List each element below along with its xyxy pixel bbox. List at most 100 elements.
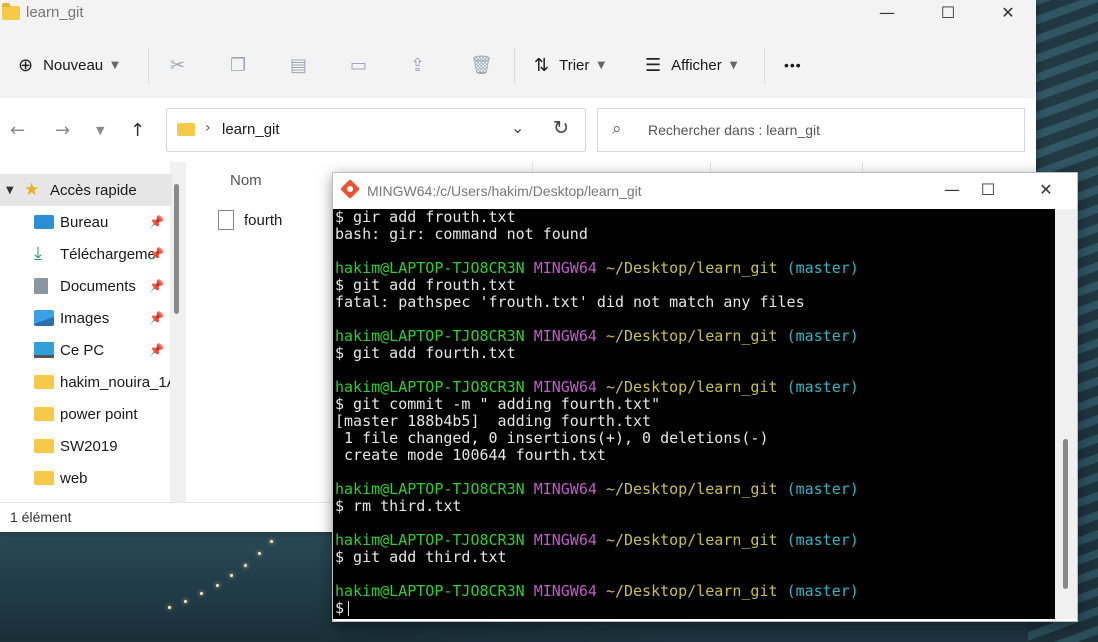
- text-cursor: [348, 601, 350, 616]
- nav-label: Accès rapide: [50, 181, 137, 199]
- sort-button[interactable]: ⇅ Trier ▼: [534, 40, 605, 90]
- computer-icon: [34, 342, 54, 358]
- address-dropdown-icon[interactable]: ⌄: [511, 118, 524, 137]
- column-header-name[interactable]: Nom: [230, 172, 262, 189]
- prompt-path: ~/Desktop/learn_git: [605, 378, 778, 396]
- desktop-icon: [34, 215, 54, 229]
- terminal-input-line[interactable]: $: [333, 600, 1055, 617]
- terminal-prompt-line: hakim@LAPTOP-TJO8CR3N MINGW64 ~/Desktop/…: [333, 328, 1055, 345]
- nav-item-telechargements[interactable]: ⤓ Téléchargeme 📌: [0, 238, 172, 270]
- prompt-user: hakim@LAPTOP-TJO8CR3N: [335, 480, 525, 498]
- rename-icon: ▭: [350, 54, 368, 76]
- terminal-output-line: $ rm third.txt: [335, 497, 462, 515]
- nav-item-bureau[interactable]: Bureau 📌: [0, 206, 172, 238]
- nav-item-power-point[interactable]: power point: [0, 398, 172, 430]
- cut-button[interactable]: ✂: [170, 40, 185, 90]
- close-button[interactable]: ✕: [1023, 177, 1069, 203]
- file-name: fourth: [244, 211, 283, 229]
- explorer-title: learn_git: [26, 4, 84, 21]
- forward-arrow-icon[interactable]: →: [55, 120, 70, 141]
- sort-icon: ⇅: [534, 54, 550, 76]
- nav-item-web[interactable]: web: [0, 462, 172, 494]
- breadcrumb-path[interactable]: learn_git: [222, 121, 280, 138]
- download-icon: ⤓: [34, 243, 42, 264]
- copy-icon: ❐: [230, 54, 247, 76]
- list-item[interactable]: fourth: [218, 210, 282, 230]
- prompt-branch: (master): [786, 327, 859, 345]
- search-icon: ⌕: [612, 119, 622, 139]
- scissors-icon: ✂: [170, 54, 186, 76]
- terminal-prompt-line: hakim@LAPTOP-TJO8CR3N MINGW64 ~/Desktop/…: [333, 260, 1055, 277]
- nav-label: Images: [60, 309, 110, 327]
- search-placeholder: Rechercher dans : learn_git: [648, 122, 820, 138]
- address-bar[interactable]: › learn_git ⌄ ↻: [166, 108, 586, 152]
- text-file-icon: [218, 210, 234, 230]
- nav-label: Téléchargeme: [60, 245, 156, 263]
- nav-item-quick-access[interactable]: ▼ ★ Accès rapide: [0, 174, 172, 206]
- maximize-button[interactable]: ☐: [925, 0, 971, 26]
- terminal-output-line: $ gir add frouth.txt: [335, 209, 516, 226]
- terminal-scrollbar[interactable]: [1055, 209, 1077, 619]
- recent-locations-chevron-icon[interactable]: ▼: [96, 124, 104, 137]
- prompt-env: MINGW64: [533, 582, 597, 600]
- view-button[interactable]: ☰ Afficher ▼: [645, 40, 737, 90]
- terminal-output-line: bash: gir: command not found: [335, 225, 588, 243]
- folder-icon: [177, 123, 195, 136]
- chevron-down-icon: ▼: [729, 59, 738, 71]
- pin-icon: 📌: [149, 215, 164, 229]
- terminal-output[interactable]: $ gir add frouth.txt bash: gir: command n…: [333, 209, 1055, 619]
- rename-button[interactable]: ▭: [350, 40, 367, 90]
- prompt-path: ~/Desktop/learn_git: [605, 531, 778, 549]
- refresh-icon[interactable]: ↻: [553, 117, 569, 139]
- nav-item-images[interactable]: Images 📌: [0, 302, 172, 334]
- folder-icon: [34, 439, 54, 453]
- new-button[interactable]: ⊕ Nouveau ▼: [18, 40, 119, 90]
- more-options-button[interactable]: •••: [784, 40, 802, 90]
- terminal-scrollbar-thumb[interactable]: [1063, 439, 1068, 589]
- folder-icon: [34, 471, 54, 485]
- folder-icon: [34, 407, 54, 421]
- terminal-prompt-line: hakim@LAPTOP-TJO8CR3N MINGW64 ~/Desktop/…: [333, 379, 1055, 396]
- up-arrow-icon[interactable]: ↑: [130, 120, 145, 141]
- nav-label: web: [60, 469, 88, 487]
- delete-button[interactable]: 🗑: [470, 40, 493, 90]
- copy-button[interactable]: ❐: [230, 40, 246, 90]
- nav-item-ce-pc[interactable]: Ce PC 📌: [0, 334, 172, 366]
- status-item-count: 1 élément: [10, 509, 72, 525]
- terminal-output-line: $ git commit -m " adding fourth.txt": [335, 395, 661, 413]
- nav-item-documents[interactable]: Documents 📌: [0, 270, 172, 302]
- terminal-titlebar[interactable]: MINGW64:/c/Users/hakim/Desktop/learn_git…: [333, 173, 1077, 209]
- share-icon: ⇪: [410, 54, 426, 76]
- chevron-down-icon[interactable]: ▼: [6, 185, 24, 196]
- plus-circle-icon: ⊕: [18, 54, 34, 76]
- pin-icon: 📌: [149, 279, 164, 293]
- close-button[interactable]: ✕: [985, 0, 1031, 26]
- nav-item-sw2019[interactable]: SW2019: [0, 430, 172, 462]
- terminal-output-line: $ git add fourth.txt: [335, 344, 516, 362]
- nav-scrollbar-thumb[interactable]: [174, 184, 179, 314]
- share-button[interactable]: ⇪: [410, 40, 425, 90]
- prompt-user: hakim@LAPTOP-TJO8CR3N: [335, 582, 525, 600]
- input-prompt-symbol: $: [335, 599, 345, 617]
- explorer-titlebar[interactable]: learn_git — ☐ ✕: [0, 0, 1036, 30]
- paste-button[interactable]: ▤: [290, 40, 307, 90]
- maximize-button[interactable]: ☐: [965, 177, 1011, 203]
- breadcrumb-separator: ›: [205, 120, 211, 136]
- star-icon: ★: [24, 180, 40, 200]
- chevron-down-icon: ▼: [597, 59, 606, 71]
- prompt-branch: (master): [786, 259, 859, 277]
- minimize-button[interactable]: —: [864, 0, 910, 26]
- back-arrow-icon[interactable]: ←: [10, 120, 25, 141]
- prompt-path: ~/Desktop/learn_git: [605, 259, 778, 277]
- search-input[interactable]: ⌕ Rechercher dans : learn_git: [597, 108, 1025, 152]
- prompt-env: MINGW64: [533, 480, 597, 498]
- nav-item-hakim-nouira[interactable]: hakim_nouira_1A: [0, 366, 170, 398]
- prompt-env: MINGW64: [533, 378, 597, 396]
- toolbar-divider: [764, 48, 765, 84]
- pin-icon: 📌: [149, 247, 164, 261]
- prompt-path: ~/Desktop/learn_git: [605, 582, 778, 600]
